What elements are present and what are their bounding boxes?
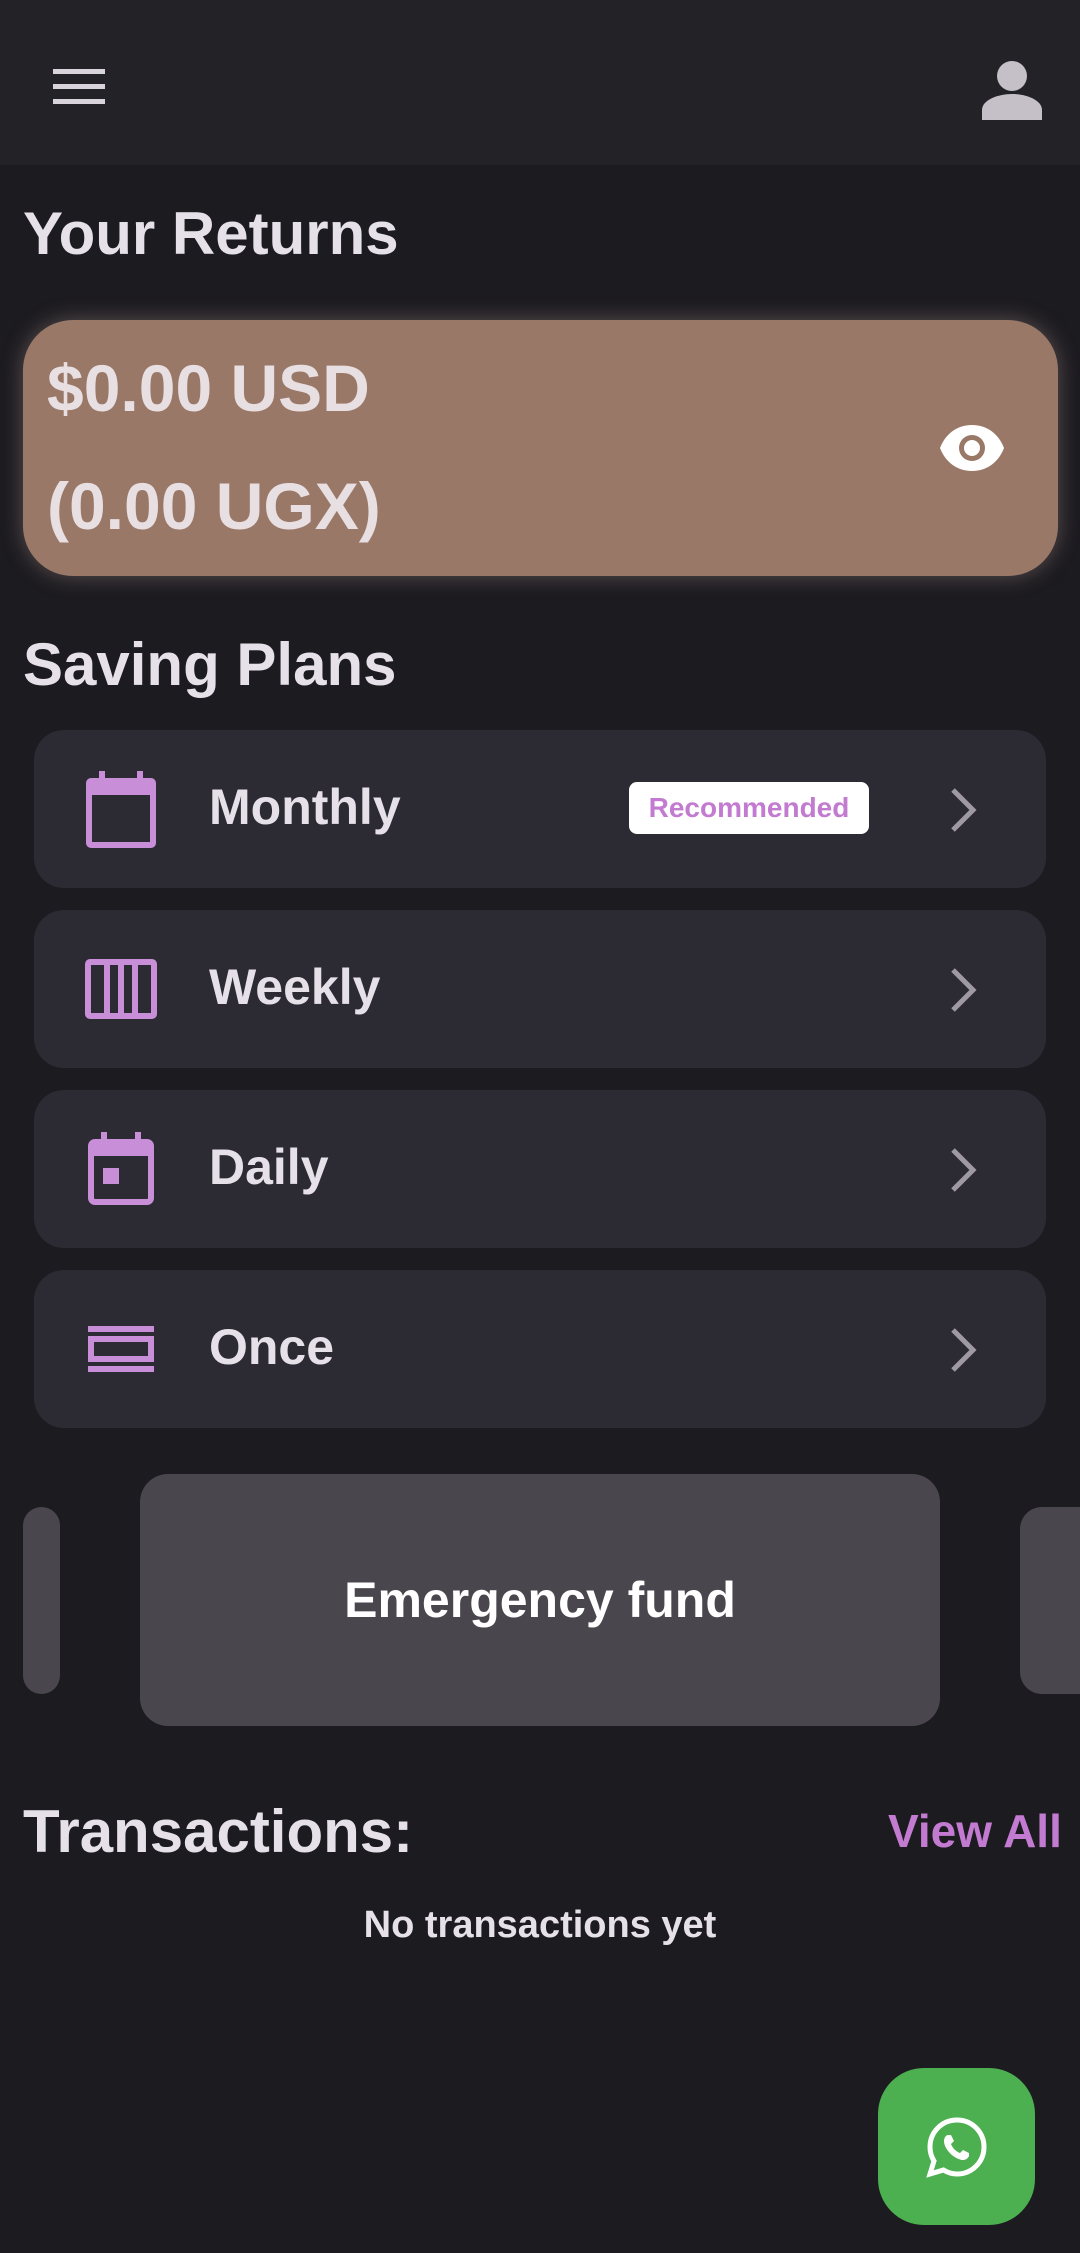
- plan-weekly[interactable]: Weekly: [34, 910, 1046, 1068]
- chevron-right-icon: [951, 788, 977, 832]
- calendar-month-icon: [86, 771, 156, 848]
- menu-button[interactable]: [44, 52, 114, 122]
- person-icon: [982, 61, 1042, 120]
- plan-label-monthly: Monthly: [209, 779, 401, 835]
- whatsapp-icon: [925, 2116, 987, 2178]
- calendar-week-icon: [85, 959, 157, 1019]
- toggle-visibility-button[interactable]: [927, 410, 1017, 486]
- view-all-link[interactable]: View All: [888, 1804, 1062, 1858]
- carousel-prev-card[interactable]: [23, 1507, 60, 1694]
- eye-icon: [940, 425, 1004, 471]
- plan-monthly[interactable]: Monthly Recommended: [34, 730, 1046, 888]
- returns-card: $0.00 USD (0.00 UGX): [23, 320, 1058, 576]
- returns-usd-amount: $0.00 USD: [47, 351, 370, 425]
- plan-label-weekly: Weekly: [209, 959, 381, 1015]
- chevron-right-icon: [951, 1148, 977, 1192]
- transactions-title: Transactions:: [23, 1798, 414, 1865]
- chevron-right-icon: [951, 1328, 977, 1372]
- no-transactions-text: No transactions yet: [363, 1904, 717, 1946]
- hamburger-menu-icon: [53, 69, 105, 104]
- plan-label-daily: Daily: [209, 1139, 329, 1195]
- recommended-badge: Recommended: [629, 782, 869, 834]
- stack-icon: [88, 1326, 154, 1372]
- plan-label-once: Once: [209, 1319, 335, 1375]
- app-bar: [0, 0, 1080, 165]
- profile-button[interactable]: [972, 52, 1052, 128]
- carousel-card-label: Emergency fund: [344, 1572, 736, 1628]
- carousel-card-current[interactable]: Emergency fund: [140, 1474, 940, 1726]
- saving-plans-title: Saving Plans: [23, 631, 397, 698]
- plan-daily[interactable]: Daily: [34, 1090, 1046, 1248]
- plan-once[interactable]: Once: [34, 1270, 1046, 1428]
- calendar-day-icon: [88, 1132, 154, 1205]
- carousel-next-card[interactable]: [1020, 1507, 1080, 1694]
- chevron-right-icon: [951, 968, 977, 1012]
- returns-title: Your Returns: [23, 200, 399, 267]
- whatsapp-button[interactable]: [878, 2068, 1035, 2225]
- returns-ugx-amount: (0.00 UGX): [47, 469, 381, 543]
